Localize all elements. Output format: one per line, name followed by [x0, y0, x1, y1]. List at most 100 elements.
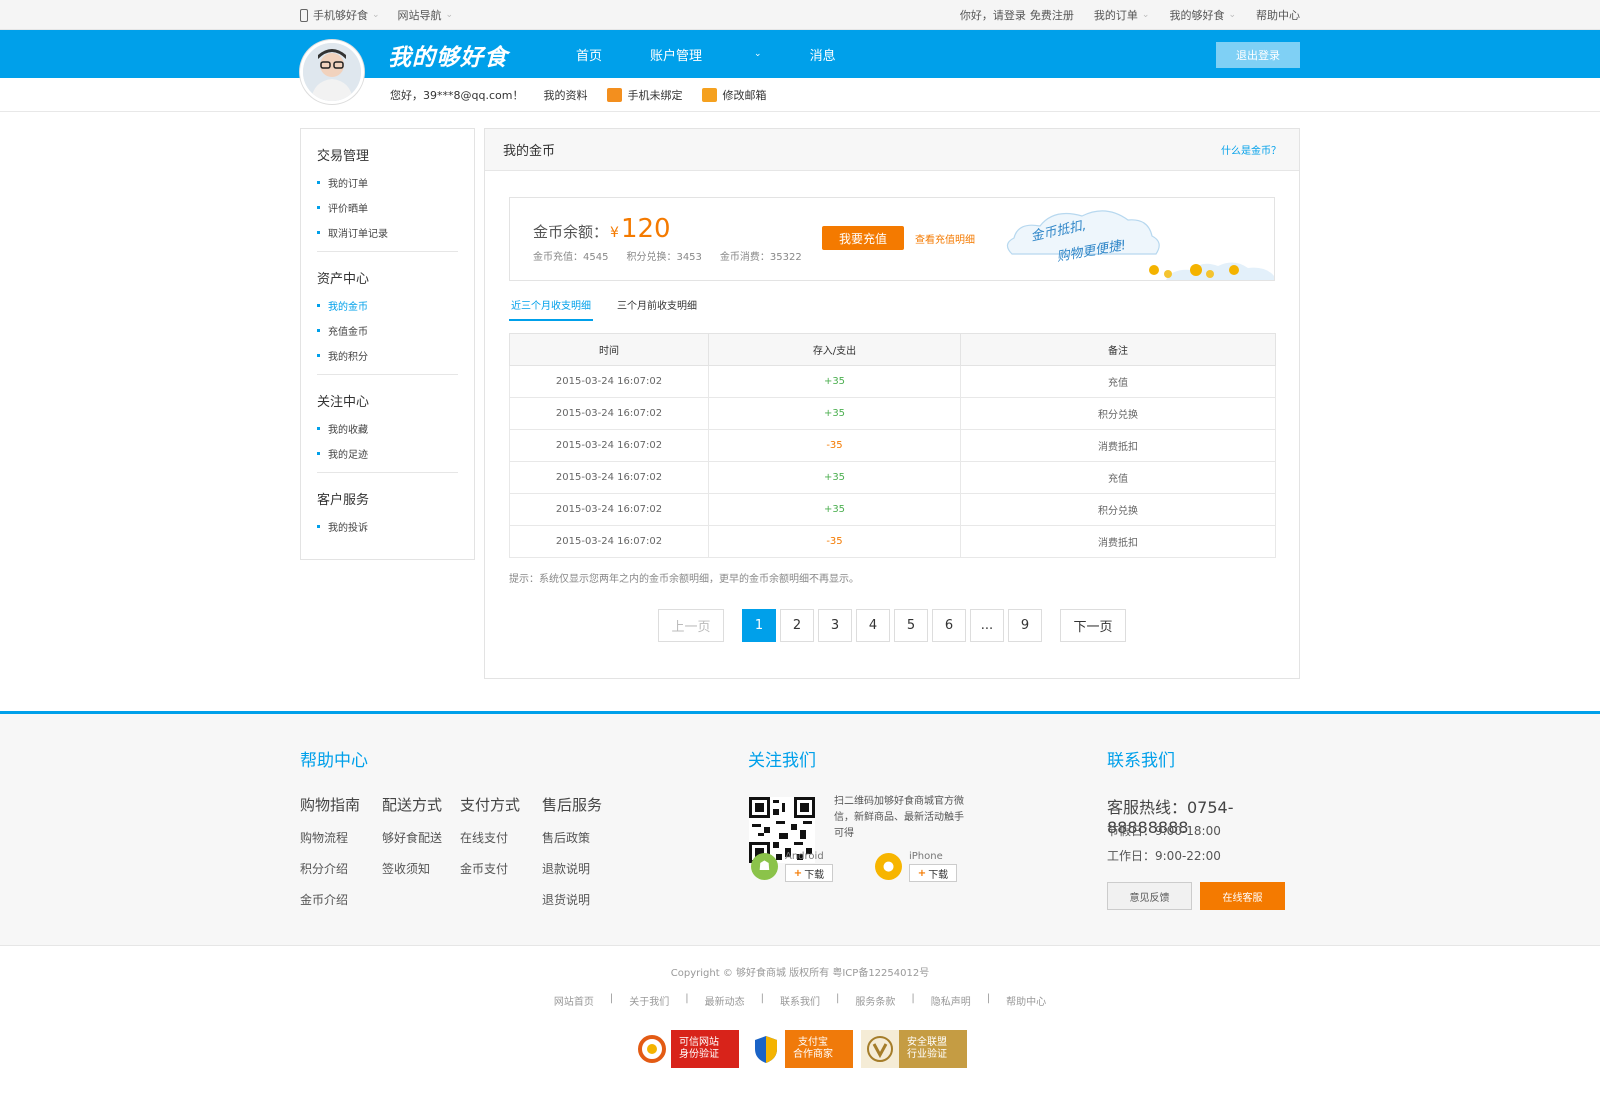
- chevron-down-icon: ⌄: [445, 10, 454, 20]
- sidebar-item-complaints[interactable]: 我的投诉: [317, 514, 458, 539]
- trust-badge-credible-site[interactable]: 可信网站 身份验证: [633, 1030, 739, 1068]
- balance-amount: 120: [620, 214, 671, 244]
- page-button-2[interactable]: 2: [780, 609, 814, 642]
- register-link[interactable]: 免费注册: [1030, 7, 1074, 23]
- qr-description: 扫二维码加够好食商城官方微信，新鲜商品、最新活动触手可得: [834, 796, 964, 839]
- help-header: 购物指南: [300, 796, 361, 814]
- holiday-hours: 节假日：9:00-18:00: [1107, 824, 1221, 838]
- feedback-button[interactable]: 意见反馈: [1107, 882, 1192, 910]
- sidebar-group-title: 关注中心: [317, 395, 370, 410]
- sidebar-group-title: 客户服务: [317, 493, 370, 508]
- help-empty: [382, 891, 460, 908]
- table-row: 2015-03-24 16:07:02 -35 消费抵扣: [509, 525, 1276, 558]
- site-logo[interactable]: 我的够好食: [388, 38, 508, 72]
- page-button-5[interactable]: 5: [894, 609, 928, 642]
- footer-link-about[interactable]: 关于我们: [629, 993, 669, 1008]
- cell-note: 充值: [960, 461, 1276, 494]
- my-orders-link[interactable]: 我的订单 ⌄: [1094, 7, 1150, 23]
- footer-link-home[interactable]: 网站首页: [554, 993, 594, 1008]
- sidebar-item-cancelled-orders[interactable]: 取消订单记录: [317, 220, 458, 245]
- prev-page-button[interactable]: 上一页: [658, 609, 724, 642]
- iphone-label: iPhone: [909, 851, 943, 862]
- page-button-4[interactable]: 4: [856, 609, 890, 642]
- trust-badge-alipay[interactable]: 支付宝 合作商家: [747, 1030, 853, 1068]
- login-link[interactable]: 你好，请登录: [960, 7, 1026, 23]
- footer-bottom: Copyright © 够好食商城 版权所有 粤ICP备12254012号 网站…: [0, 945, 1600, 1068]
- help-link[interactable]: 售后政策: [542, 829, 622, 846]
- mail-icon: [702, 88, 718, 102]
- help-link[interactable]: 签收须知: [382, 860, 460, 877]
- help-link[interactable]: 金币支付: [460, 860, 542, 877]
- help-link[interactable]: 退货说明: [542, 891, 622, 908]
- logout-button[interactable]: 退出登录: [1216, 42, 1300, 68]
- next-page-button[interactable]: 下一页: [1060, 609, 1126, 642]
- footer-link-help[interactable]: 帮助中心: [1006, 993, 1046, 1008]
- footer-link-privacy[interactable]: 隐私声明: [931, 993, 971, 1008]
- page-button-9[interactable]: 9: [1008, 609, 1042, 642]
- trust-badge-security-alliance[interactable]: 安全联盟 行业验证: [861, 1030, 967, 1068]
- online-service-button[interactable]: 在线客服: [1200, 882, 1285, 910]
- help-link[interactable]: 退款说明: [542, 860, 622, 877]
- column-header-amount: 存入/支出: [708, 333, 961, 366]
- cell-time: 2015-03-24 16:07:02: [509, 397, 709, 430]
- nav-messages[interactable]: 消息: [810, 45, 836, 64]
- change-email-link[interactable]: 修改邮箱: [702, 87, 766, 103]
- help-links-grid: 购物指南 配送方式 支付方式 售后服务 购物流程 够好食配送 在线支付 售后政策…: [300, 794, 622, 908]
- mobile-link[interactable]: 手机够好食 ⌄: [300, 7, 380, 23]
- android-download-button[interactable]: + 下载: [785, 864, 833, 882]
- iphone-download-button[interactable]: + 下载: [909, 864, 957, 882]
- iphone-download[interactable]: ● iPhone + 下载: [875, 851, 957, 882]
- tab-recent-three-months[interactable]: 近三个月收支明细: [509, 297, 593, 321]
- nav-account[interactable]: 账户管理 ⌄: [650, 45, 762, 64]
- bind-phone-link[interactable]: 手机未绑定: [607, 87, 682, 103]
- sidebar-group-trade: 交易管理 我的订单 评价晒单 取消订单记录: [317, 145, 458, 252]
- cell-amount: +35: [708, 461, 961, 494]
- table-row: 2015-03-24 16:07:02 +35 充值: [509, 461, 1276, 494]
- help-link[interactable]: 金币介绍: [300, 891, 382, 908]
- nav-home[interactable]: 首页: [576, 45, 602, 64]
- my-profile-link[interactable]: 我的资料: [543, 87, 587, 103]
- credible-site-icon: [633, 1030, 671, 1068]
- footer-link-news[interactable]: 最新动态: [705, 993, 745, 1008]
- recharge-detail-link[interactable]: 查看充值明细: [915, 231, 975, 246]
- help-center-title: 帮助中心: [300, 751, 368, 771]
- footer-link-contact[interactable]: 联系我们: [780, 993, 820, 1008]
- sidebar-item-footprints[interactable]: 我的足迹: [317, 441, 458, 466]
- sidebar-item-my-orders[interactable]: 我的订单: [317, 170, 458, 195]
- help-link[interactable]: 积分介绍: [300, 860, 382, 877]
- page-button-3[interactable]: 3: [818, 609, 852, 642]
- sidebar-group-follow: 关注中心 我的收藏 我的足迹: [317, 391, 458, 473]
- phone-icon: [300, 8, 308, 22]
- recharge-button[interactable]: 我要充值: [822, 226, 904, 250]
- sidebar-item-recharge-coins[interactable]: 充值金币: [317, 318, 458, 343]
- stat-spend: 金币消费：35322: [719, 252, 802, 263]
- sidebar-item-my-coins[interactable]: 我的金币: [317, 293, 458, 318]
- table-row: 2015-03-24 16:07:02 +35 积分兑换: [509, 397, 1276, 430]
- footer: 帮助中心 购物指南 配送方式 支付方式 售后服务 购物流程 够好食配送 在线支付…: [0, 711, 1600, 1068]
- cell-note: 积分兑换: [960, 397, 1276, 430]
- android-download[interactable]: ☗ Android + 下载: [751, 851, 833, 882]
- help-link[interactable]: 够好食配送: [382, 829, 460, 846]
- sidebar-item-favorites[interactable]: 我的收藏: [317, 416, 458, 441]
- avatar[interactable]: [300, 40, 364, 104]
- tab-older-than-three-months[interactable]: 三个月前收支明细: [615, 297, 699, 321]
- workday-hours: 工作日：9:00-22:00: [1107, 849, 1221, 863]
- page-button-1[interactable]: 1: [742, 609, 776, 642]
- help-center-link[interactable]: 帮助中心: [1256, 7, 1300, 23]
- footer-link-terms[interactable]: 服务条款: [855, 993, 895, 1008]
- what-are-coins-link[interactable]: 什么是金币？: [1221, 142, 1281, 157]
- cell-amount: -35: [708, 525, 961, 558]
- page-button-6[interactable]: 6: [932, 609, 966, 642]
- site-nav-link[interactable]: 网站导航 ⌄: [398, 7, 454, 23]
- help-link[interactable]: 在线支付: [460, 829, 542, 846]
- my-site-link[interactable]: 我的够好食 ⌄: [1169, 7, 1236, 23]
- table-row: 2015-03-24 16:07:02 +35 充值: [509, 365, 1276, 398]
- follow-us-title: 关注我们: [748, 751, 816, 771]
- chevron-down-icon: ⌄: [1228, 10, 1236, 20]
- footer-links: 网站首页 | 关于我们 | 最新动态 | 联系我们 | 服务条款 | 隐私声明 | 帮助中心: [553, 993, 1047, 1008]
- cell-time: 2015-03-24 16:07:02: [509, 525, 709, 558]
- android-label: Android: [785, 851, 824, 862]
- sidebar-item-my-points[interactable]: 我的积分: [317, 343, 458, 368]
- help-link[interactable]: 购物流程: [300, 829, 382, 846]
- sidebar-item-reviews[interactable]: 评价晒单: [317, 195, 458, 220]
